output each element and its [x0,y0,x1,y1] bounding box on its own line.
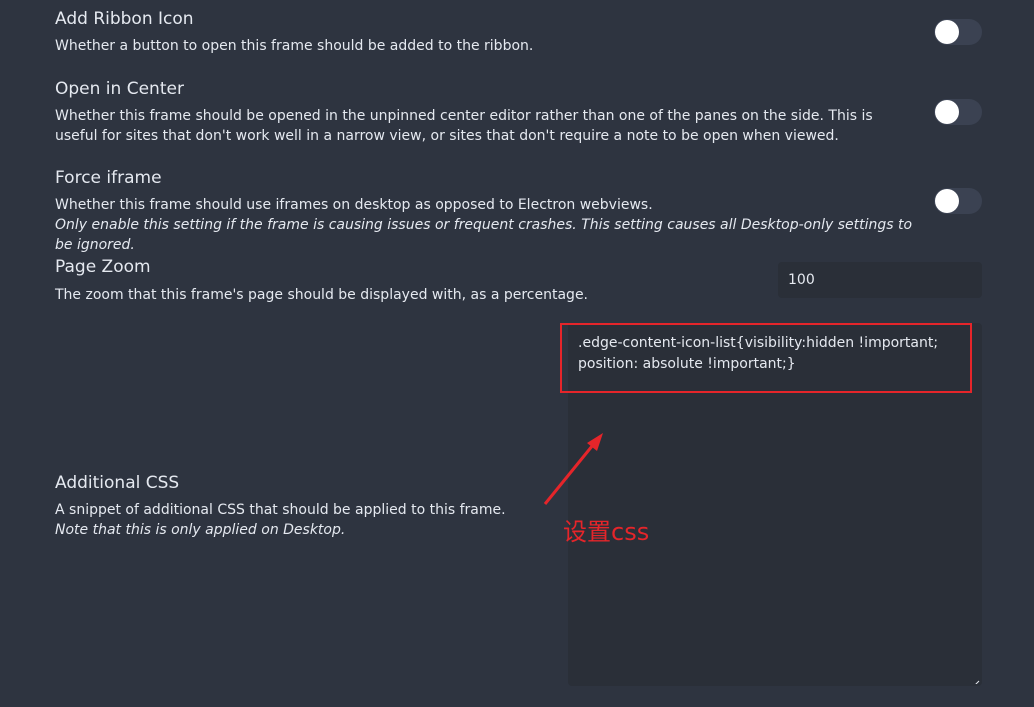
open-in-center-toggle[interactable] [934,99,982,125]
additional-css-textarea[interactable]: .edge-content-icon-list{visibility:hidde… [568,323,982,686]
setting-desc-add-ribbon-icon: Whether a button to open this frame shou… [55,38,534,54]
additional-css-note: Note that this is only applied on Deskto… [55,522,346,538]
add-ribbon-icon-toggle[interactable] [934,19,982,45]
setting-desc-open-in-center: Whether this frame should be opened in t… [55,108,873,144]
additional-css-value: .edge-content-icon-list{visibility:hidde… [578,335,943,372]
force-iframe-toggle[interactable] [934,188,982,214]
toggle-knob [935,189,959,213]
force-iframe-description: Whether this frame should use iframes on… [55,197,653,213]
annotation-label: 设置css [563,518,650,546]
page-zoom-input[interactable] [778,262,982,298]
additional-css-description: A snippet of additional CSS that should … [55,502,506,518]
resize-handle-icon[interactable] [970,674,980,684]
setting-name-page-zoom: Page Zoom [55,257,151,277]
toggle-knob [935,20,959,44]
setting-desc-force-iframe: Whether this frame should use iframes on… [55,195,925,255]
toggle-knob [935,100,959,124]
setting-name-force-iframe: Force iframe [55,168,162,188]
setting-name-additional-css: Additional CSS [55,473,180,493]
setting-desc-page-zoom: The zoom that this frame's page should b… [55,287,589,303]
setting-name-add-ribbon-icon: Add Ribbon Icon [55,9,194,29]
setting-name-open-in-center: Open in Center [55,79,184,99]
force-iframe-note: Only enable this setting if the frame is… [55,217,913,253]
setting-desc-additional-css: A snippet of additional CSS that should … [55,500,535,540]
